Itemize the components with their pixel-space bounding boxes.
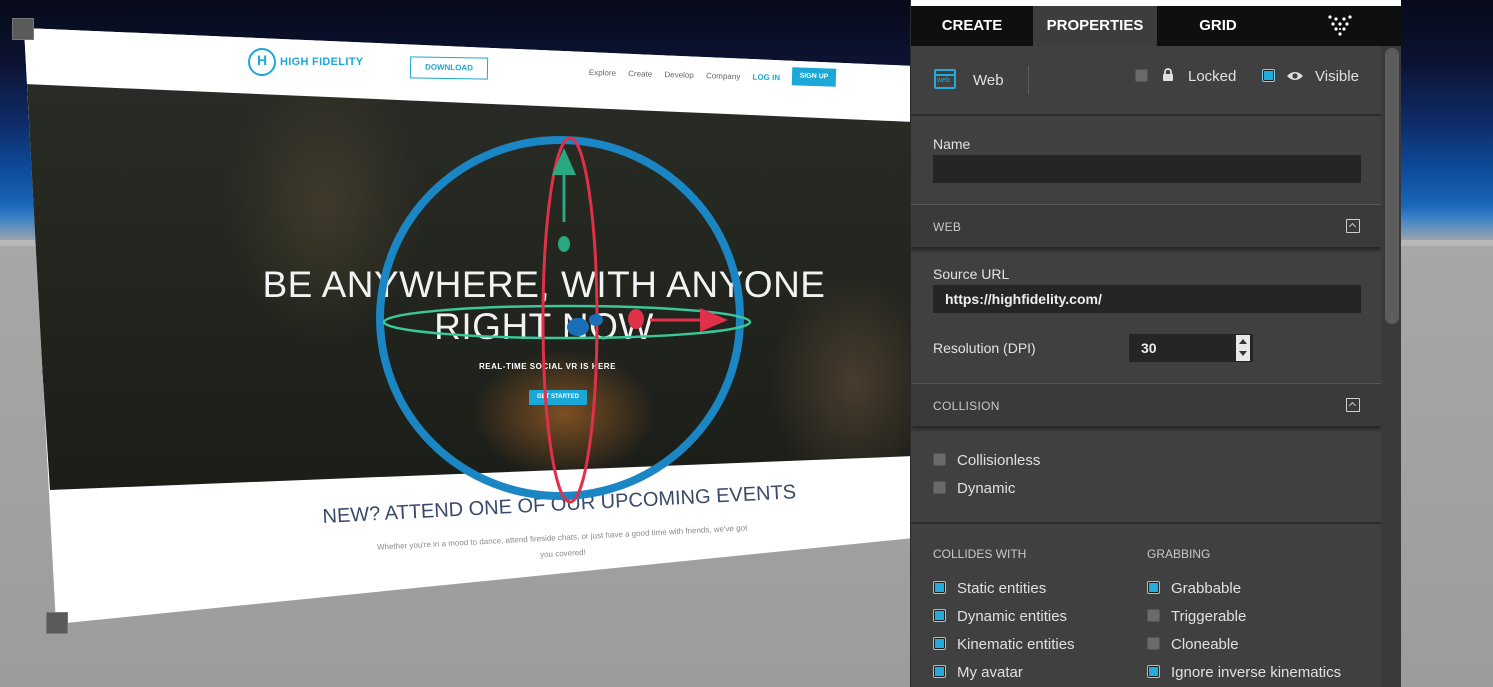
entity-type-icon: web [934,69,956,89]
properties-panel: CREATE PROPERTIES GRID web Web Locked Vi… [910,0,1401,687]
scale-handle-green[interactable] [558,236,570,252]
locked-checkbox[interactable] [1135,69,1148,82]
translate-handle-blue[interactable] [567,318,589,336]
collides-kinematic-label: Kinematic entities [957,636,1075,653]
collapse-icon[interactable] [1346,219,1360,233]
triggerable-label: Triggerable [1171,608,1247,625]
lock-icon [1163,68,1173,81]
grabbable-label: Grabbable [1171,580,1242,597]
ignore-ik-checkbox[interactable] [1147,665,1160,678]
tab-properties[interactable]: PROPERTIES [1033,6,1157,46]
name-label: Name [933,136,971,152]
dynamic-checkbox[interactable] [933,481,946,494]
collides-with-title: COLLIDES WITH [933,547,1027,561]
high-fidelity-logo-icon [1328,15,1352,36]
web-section-header[interactable]: WEB [911,204,1381,247]
tab-create[interactable]: CREATE [911,6,1033,46]
collision-section-title: COLLISION [933,399,1000,413]
rotation-ring-green[interactable] [382,304,752,340]
source-url-label: Source URL [933,266,1010,282]
cloneable-checkbox[interactable] [1147,637,1160,650]
collides-kinematic-checkbox[interactable] [933,637,946,650]
name-input[interactable] [933,155,1361,183]
entity-type-separator [1028,66,1029,94]
collisionless-label: Collisionless [957,452,1041,469]
resolution-stepper[interactable] [1236,335,1250,361]
entity-type-label: Web [973,72,1004,89]
collides-static-label: Static entities [957,580,1047,597]
tab-bar: CREATE PROPERTIES GRID [911,6,1401,46]
visible-label: Visible [1315,68,1359,85]
web-section-title: WEB [933,220,962,234]
collides-avatar-label: My avatar [957,664,1023,681]
collision-section-header[interactable]: COLLISION [911,383,1381,426]
resolution-label: Resolution (DPI) [933,340,1036,356]
collides-avatar-checkbox[interactable] [933,665,946,678]
header-divider [911,114,1381,116]
ignore-ik-label: Ignore inverse kinematics [1171,664,1342,681]
scale-handle-blue[interactable] [589,314,603,326]
rotation-ring-red[interactable] [541,136,599,504]
web-icon-text: web [937,77,950,84]
collisionless-checkbox[interactable] [933,453,946,466]
collides-static-checkbox[interactable] [933,581,946,594]
source-url-input[interactable]: https://highfidelity.com/ [933,285,1361,313]
transform-gizmo[interactable] [0,0,910,687]
tab-marketplace[interactable] [1279,6,1401,46]
scale-handle-red[interactable] [628,309,644,329]
triggerable-checkbox[interactable] [1147,609,1160,622]
rotation-ring-blue[interactable] [376,136,744,500]
tab-grid[interactable]: GRID [1157,6,1279,46]
scrollbar-thumb[interactable] [1385,48,1399,324]
cloneable-label: Cloneable [1171,636,1239,653]
dynamic-label: Dynamic [957,480,1016,497]
eye-icon [1287,72,1303,80]
collides-dynamic-label: Dynamic entities [957,608,1068,625]
grabbing-title: GRABBING [1147,547,1211,561]
collides-dynamic-checkbox[interactable] [933,609,946,622]
resolution-input[interactable]: 30 [1129,334,1253,362]
collapse-icon[interactable] [1346,398,1360,412]
grabbable-checkbox[interactable] [1147,581,1160,594]
visible-checkbox[interactable] [1262,69,1275,82]
collision-divider [911,522,1381,524]
locked-label: Locked [1188,68,1237,85]
